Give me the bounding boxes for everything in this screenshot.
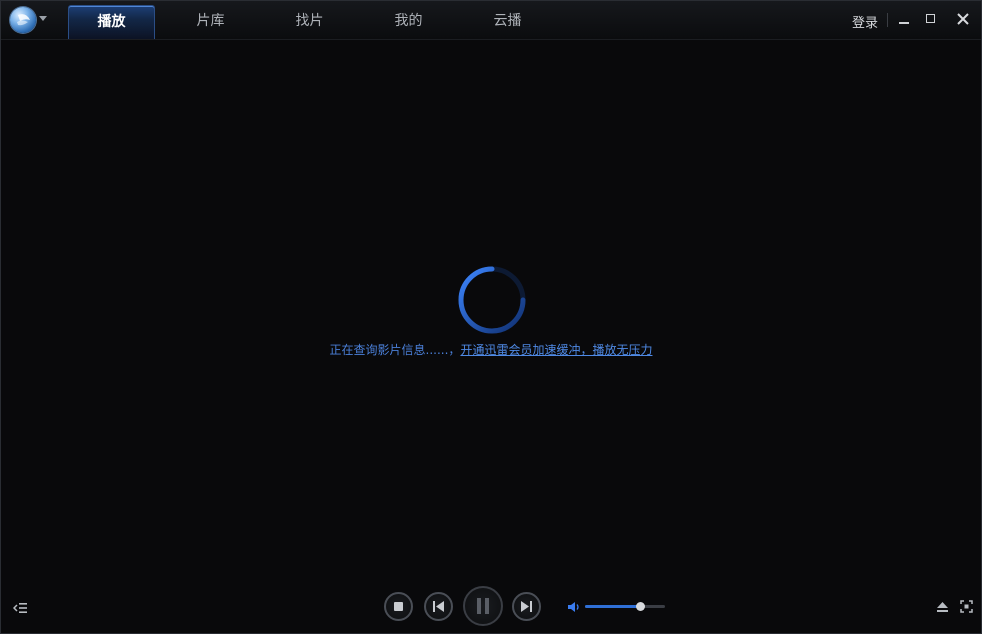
next-icon bbox=[521, 601, 532, 612]
fullscreen-icon[interactable] bbox=[960, 600, 973, 613]
pause-icon bbox=[477, 598, 489, 614]
minimize-icon[interactable] bbox=[895, 10, 913, 28]
loading-status: 正在查询影片信息......，开通迅雷会员加速缓冲，播放无压力 bbox=[1, 341, 981, 358]
video-area[interactable]: 正在查询影片信息......，开通迅雷会员加速缓冲，播放无压力 bbox=[1, 40, 981, 580]
stop-button[interactable] bbox=[384, 592, 413, 621]
pause-button[interactable] bbox=[463, 586, 503, 626]
chevron-down-icon[interactable] bbox=[39, 16, 47, 21]
title-bar: 播放 片库 找片 我的 云播 登录 bbox=[1, 1, 981, 40]
tab-library[interactable]: 片库 bbox=[167, 5, 254, 39]
loading-spinner bbox=[458, 266, 526, 334]
title-separator bbox=[887, 13, 888, 27]
volume-icon[interactable] bbox=[567, 601, 581, 613]
volume-slider-handle[interactable] bbox=[636, 602, 646, 611]
vip-promo-link[interactable]: 开通迅雷会员加速缓冲，播放无压力 bbox=[460, 343, 652, 357]
playlist-toggle-icon[interactable] bbox=[13, 602, 27, 614]
close-icon[interactable] bbox=[954, 10, 972, 28]
app-logo-icon[interactable] bbox=[10, 7, 36, 33]
previous-button[interactable] bbox=[424, 592, 453, 621]
status-text: 正在查询影片信息......， bbox=[329, 343, 461, 357]
stop-icon bbox=[394, 602, 403, 611]
eject-icon[interactable] bbox=[936, 601, 949, 613]
login-button[interactable]: 登录 bbox=[852, 12, 878, 31]
player-window: 播放 片库 找片 我的 云播 登录 正在查询影片信息......，开通迅雷会员加… bbox=[0, 0, 982, 634]
previous-icon bbox=[433, 601, 444, 612]
tab-mine[interactable]: 我的 bbox=[365, 5, 452, 39]
tab-find[interactable]: 找片 bbox=[266, 5, 353, 39]
main-tabs: 播放 片库 找片 我的 云播 bbox=[68, 5, 563, 39]
next-button[interactable] bbox=[512, 592, 541, 621]
volume-slider[interactable] bbox=[585, 602, 665, 611]
tab-cloud-play[interactable]: 云播 bbox=[464, 5, 551, 39]
tab-play[interactable]: 播放 bbox=[68, 5, 155, 39]
volume-level-fill bbox=[585, 605, 641, 608]
maximize-icon[interactable] bbox=[922, 10, 940, 28]
control-bar bbox=[1, 580, 981, 633]
